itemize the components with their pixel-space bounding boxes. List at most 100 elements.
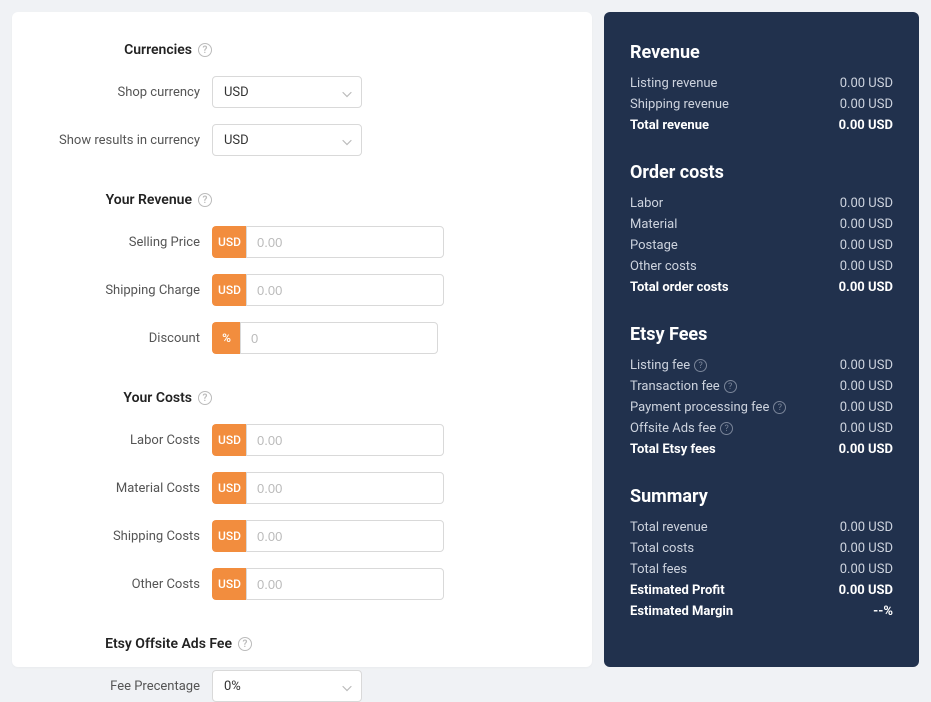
shop-currency-select-wrap: USD — [212, 76, 362, 108]
summary-profit-row: Estimated Profit 0.00 USD — [630, 580, 893, 601]
summary-profit-label: Estimated Profit — [630, 583, 725, 598]
shipping-costs-input[interactable] — [246, 520, 444, 552]
help-icon[interactable]: ? — [694, 359, 707, 372]
material-row: Material 0.00 USD — [630, 214, 893, 235]
total-etsy-fees-row: Total Etsy fees 0.00 USD — [630, 439, 893, 460]
material-costs-label: Material Costs — [42, 481, 212, 496]
postage-label: Postage — [630, 238, 678, 253]
summary-total-revenue-label: Total revenue — [630, 520, 708, 535]
currencies-section-title: Currencies ? — [42, 42, 212, 58]
discount-label: Discount — [42, 331, 212, 346]
help-icon[interactable]: ? — [198, 391, 212, 405]
help-icon[interactable]: ? — [198, 193, 212, 207]
summary-total-fees-label: Total fees — [630, 562, 687, 577]
shipping-charge-label: Shipping Charge — [42, 283, 212, 298]
transaction-fee-value: 0.00 USD — [840, 379, 893, 394]
shipping-charge-row: Shipping Charge USD — [42, 274, 552, 306]
transaction-fee-label: Transaction fee ? — [630, 379, 737, 394]
help-icon[interactable]: ? — [198, 43, 212, 57]
material-costs-prefix: USD — [212, 472, 246, 504]
summary-margin-row: Estimated Margin --% — [630, 601, 893, 622]
fee-percentage-select[interactable]: 0% — [212, 670, 362, 702]
fee-percentage-value: 0% — [224, 679, 241, 694]
labor-label: Labor — [630, 196, 663, 211]
summary-profit-value: 0.00 USD — [839, 583, 893, 598]
shop-currency-select[interactable]: USD — [212, 76, 362, 108]
selling-price-group: USD — [212, 226, 392, 258]
selling-price-row: Selling Price USD — [42, 226, 552, 258]
discount-prefix: % — [212, 322, 240, 354]
offsite-fee-label-text: Offsite Ads fee — [630, 421, 716, 436]
material-value: 0.00 USD — [840, 217, 893, 232]
labor-costs-prefix: USD — [212, 424, 246, 456]
other-costs-prefix: USD — [212, 568, 246, 600]
shop-currency-label: Shop currency — [42, 85, 212, 100]
payment-fee-label-text: Payment processing fee — [630, 400, 769, 415]
labor-costs-group: USD — [212, 424, 392, 456]
total-revenue-value: 0.00 USD — [839, 118, 893, 133]
shipping-costs-group: USD — [212, 520, 392, 552]
other-costs-result-value: 0.00 USD — [840, 259, 893, 274]
total-etsy-fees-label: Total Etsy fees — [630, 442, 716, 457]
help-icon[interactable]: ? — [773, 401, 786, 414]
transaction-fee-label-text: Transaction fee — [630, 379, 720, 394]
help-icon[interactable]: ? — [238, 637, 252, 651]
costs-section-title: Your Costs ? — [42, 390, 212, 406]
listing-revenue-row: Listing revenue 0.00 USD — [630, 73, 893, 94]
payment-fee-row: Payment processing fee ? 0.00 USD — [630, 397, 893, 418]
help-icon[interactable]: ? — [720, 422, 733, 435]
transaction-fee-row: Transaction fee ? 0.00 USD — [630, 376, 893, 397]
results-order-costs-section: Order costs Labor 0.00 USD Material 0.00… — [630, 162, 893, 298]
shipping-revenue-value: 0.00 USD — [840, 97, 893, 112]
selling-price-label: Selling Price — [42, 235, 212, 250]
total-etsy-fees-value: 0.00 USD — [839, 442, 893, 457]
shipping-charge-group: USD — [212, 274, 392, 306]
total-order-costs-label: Total order costs — [630, 280, 729, 295]
postage-value: 0.00 USD — [840, 238, 893, 253]
discount-input[interactable] — [240, 322, 438, 354]
summary-total-costs-row: Total costs 0.00 USD — [630, 538, 893, 559]
form-panel: Currencies ? Shop currency USD Show resu… — [12, 12, 592, 667]
discount-group: % — [212, 322, 392, 354]
results-order-costs-title: Order costs — [630, 162, 893, 183]
currencies-title-text: Currencies — [124, 42, 192, 58]
results-revenue-section: Revenue Listing revenue 0.00 USD Shippin… — [630, 42, 893, 136]
results-currency-select[interactable]: USD — [212, 124, 362, 156]
listing-revenue-label: Listing revenue — [630, 76, 717, 91]
help-icon[interactable]: ? — [724, 380, 737, 393]
results-summary-section: Summary Total revenue 0.00 USD Total cos… — [630, 486, 893, 622]
summary-total-costs-label: Total costs — [630, 541, 694, 556]
labor-costs-input[interactable] — [246, 424, 444, 456]
postage-row: Postage 0.00 USD — [630, 235, 893, 256]
revenue-section-title: Your Revenue ? — [42, 192, 212, 208]
summary-total-revenue-row: Total revenue 0.00 USD — [630, 517, 893, 538]
results-summary-title: Summary — [630, 486, 893, 507]
other-costs-input[interactable] — [246, 568, 444, 600]
shipping-charge-input[interactable] — [246, 274, 444, 306]
offsite-fee-row: Offsite Ads fee ? 0.00 USD — [630, 418, 893, 439]
offsite-title-text: Etsy Offsite Ads Fee — [105, 636, 232, 652]
shop-currency-row: Shop currency USD — [42, 76, 552, 108]
costs-title-text: Your Costs — [123, 390, 192, 406]
revenue-title-text: Your Revenue — [106, 192, 192, 208]
results-currency-value: USD — [224, 133, 249, 148]
results-etsy-fees-title: Etsy Fees — [630, 324, 893, 345]
summary-total-fees-row: Total fees 0.00 USD — [630, 559, 893, 580]
fee-percentage-select-wrap: 0% — [212, 670, 362, 702]
summary-total-fees-value: 0.00 USD — [840, 562, 893, 577]
material-costs-group: USD — [212, 472, 392, 504]
other-costs-row: Other Costs USD — [42, 568, 552, 600]
summary-total-revenue-value: 0.00 USD — [840, 520, 893, 535]
material-costs-row: Material Costs USD — [42, 472, 552, 504]
results-currency-row: Show results in currency USD — [42, 124, 552, 156]
results-currency-label: Show results in currency — [42, 133, 212, 148]
payment-fee-value: 0.00 USD — [840, 400, 893, 415]
shipping-costs-prefix: USD — [212, 520, 246, 552]
material-costs-input[interactable] — [246, 472, 444, 504]
selling-price-input[interactable] — [246, 226, 444, 258]
labor-costs-label: Labor Costs — [42, 433, 212, 448]
summary-total-costs-value: 0.00 USD — [840, 541, 893, 556]
fee-percentage-label: Fee Precentage — [42, 679, 212, 694]
listing-revenue-value: 0.00 USD — [840, 76, 893, 91]
summary-margin-value: --% — [873, 604, 893, 619]
